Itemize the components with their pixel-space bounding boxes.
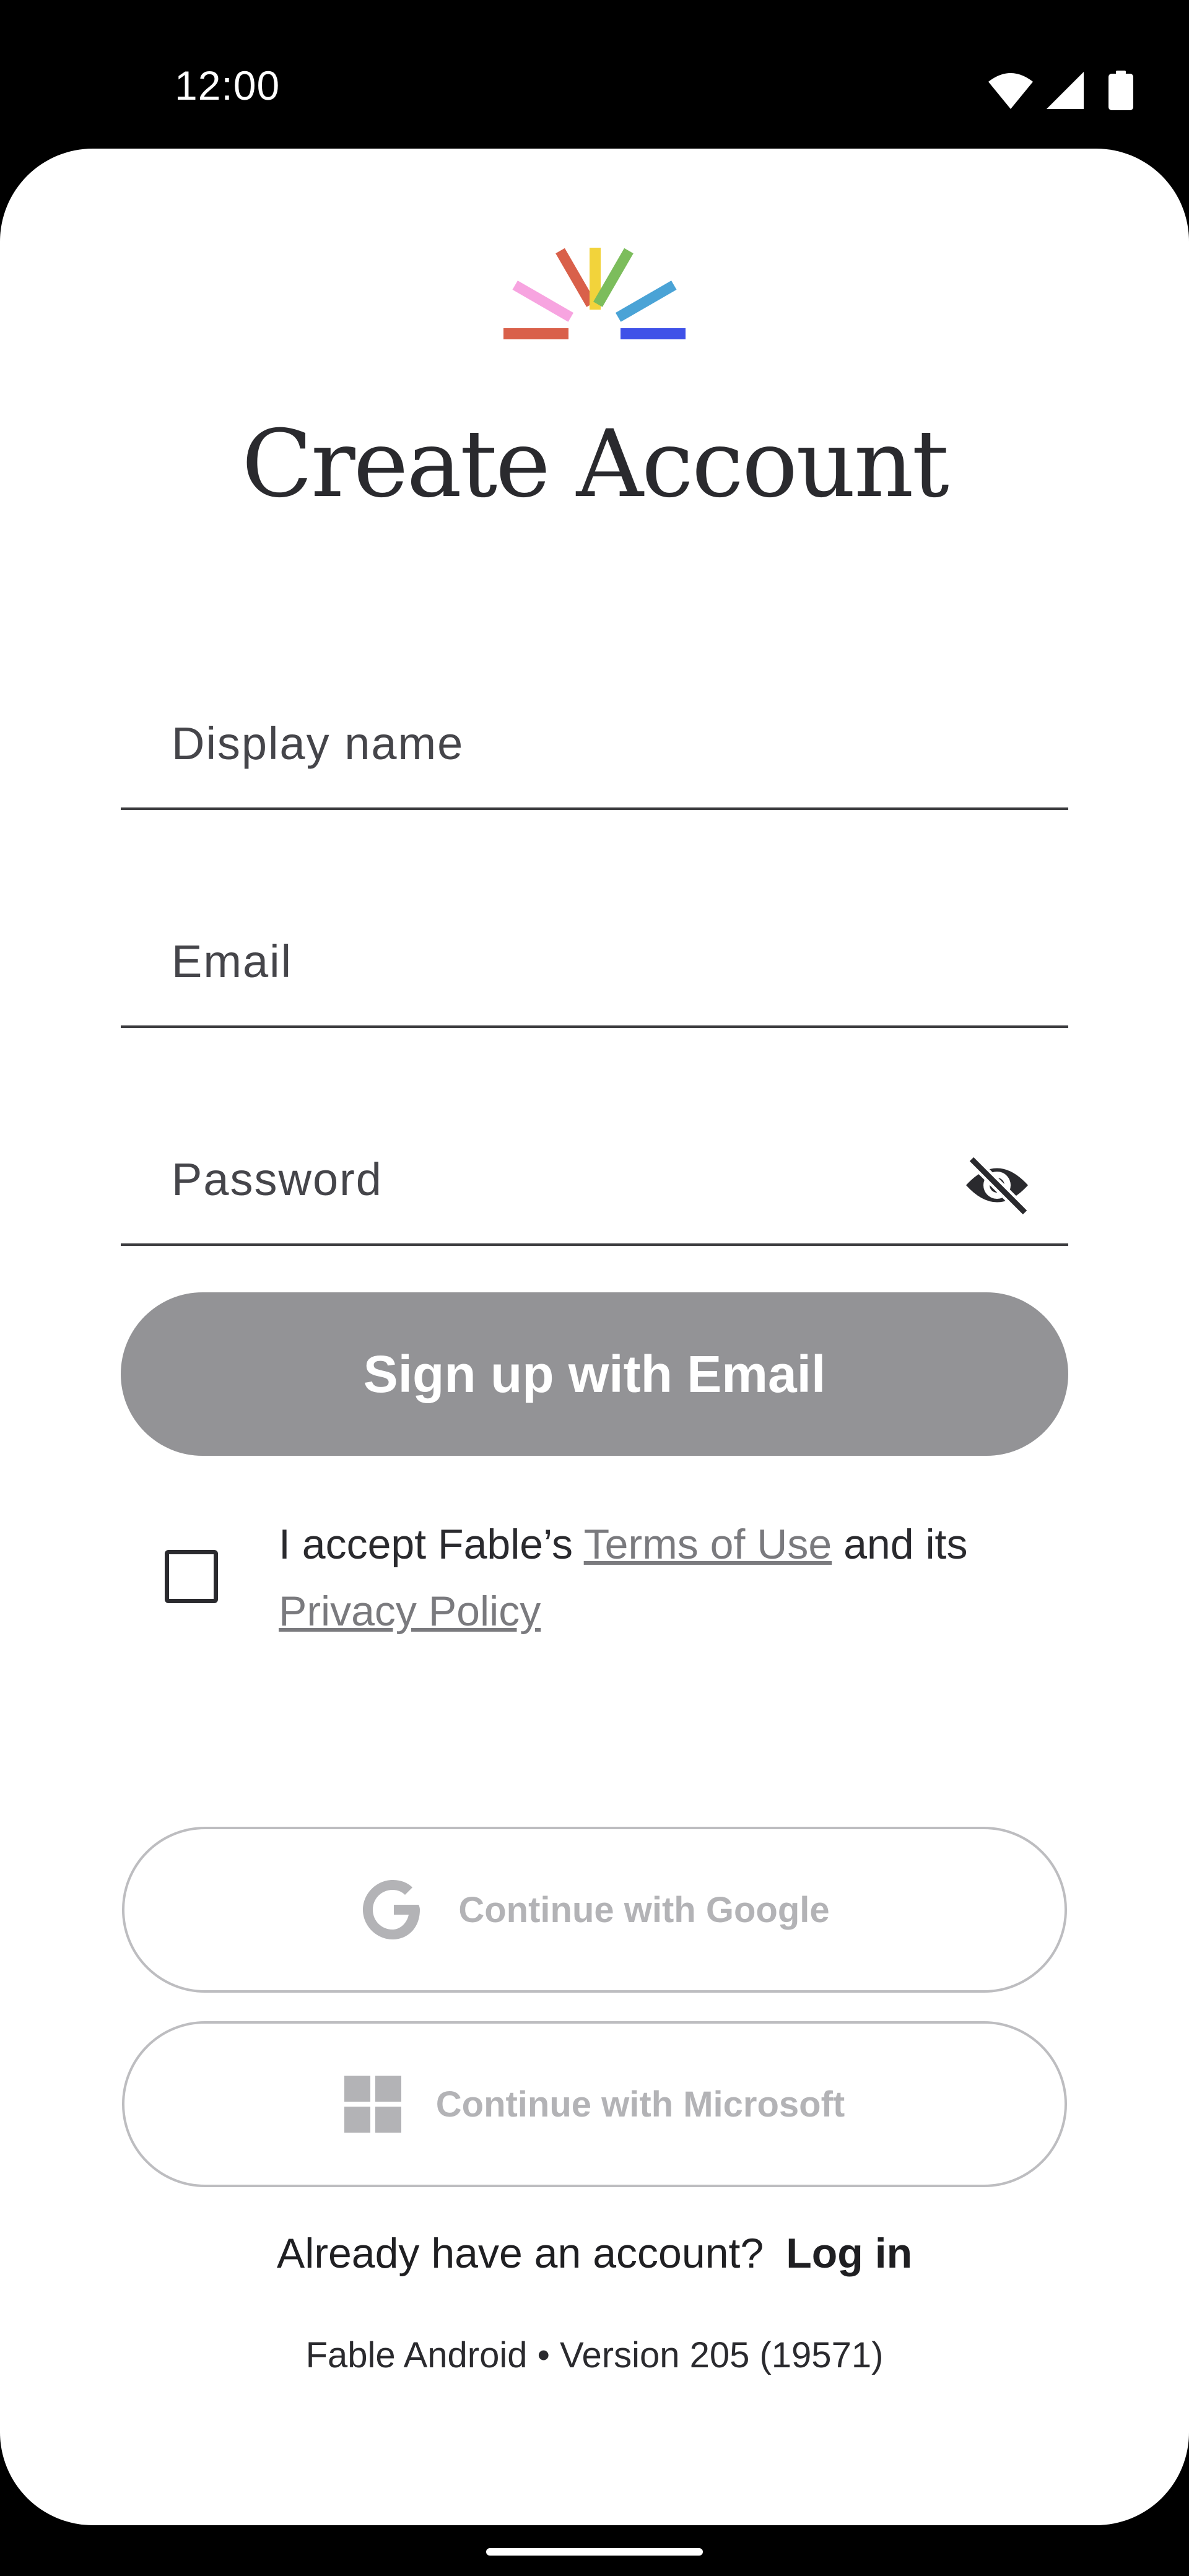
battery-icon: [1108, 71, 1133, 110]
password-field[interactable]: [121, 1117, 1068, 1246]
status-time: 12:00: [175, 63, 281, 108]
email-field[interactable]: [121, 899, 1068, 1028]
terms-text: I accept Fable’s Terms of Use and its Pr…: [279, 1511, 1084, 1645]
log-in-link[interactable]: Log in: [786, 2230, 912, 2277]
google-icon: [363, 1880, 420, 1939]
signal-icon: [1047, 72, 1084, 109]
terms-middle: and its: [832, 1521, 968, 1568]
email-input[interactable]: [172, 899, 977, 1023]
terms-checkbox[interactable]: [165, 1550, 218, 1603]
microsoft-icon: [344, 2076, 401, 2133]
privacy-policy-link[interactable]: Privacy Policy: [279, 1588, 541, 1635]
display-name-input[interactable]: [172, 681, 977, 805]
screen: 12:00 Create Account Display name Email …: [0, 0, 1189, 2576]
password-input[interactable]: [172, 1117, 977, 1241]
sign-up-email-button[interactable]: Sign up with Email: [121, 1292, 1068, 1456]
terms-prefix: I accept Fable’s: [279, 1521, 584, 1568]
login-prompt: Already have an account?: [276, 2230, 764, 2277]
fable-logo-icon: [503, 248, 686, 339]
login-prompt-row: Already have an account? Log in: [0, 2229, 1189, 2278]
continue-microsoft-label: Continue with Microsoft: [435, 2084, 845, 2125]
status-bar: 12:00: [0, 0, 1189, 149]
home-indicator[interactable]: [486, 2548, 703, 2556]
terms-of-use-link[interactable]: Terms of Use: [584, 1521, 832, 1568]
password-visibility-toggle[interactable]: [963, 1154, 1031, 1217]
app-version: Fable Android • Version 205 (19571): [305, 2335, 884, 2375]
wifi-icon: [988, 73, 1033, 109]
eye-off-icon: [966, 1155, 1029, 1217]
continue-google-button[interactable]: Continue with Google: [122, 1827, 1067, 1993]
display-name-field[interactable]: [121, 681, 1068, 810]
continue-google-label: Continue with Google: [458, 1889, 830, 1930]
continue-microsoft-button[interactable]: Continue with Microsoft: [122, 2021, 1067, 2187]
page-title: Create Account: [242, 411, 949, 518]
